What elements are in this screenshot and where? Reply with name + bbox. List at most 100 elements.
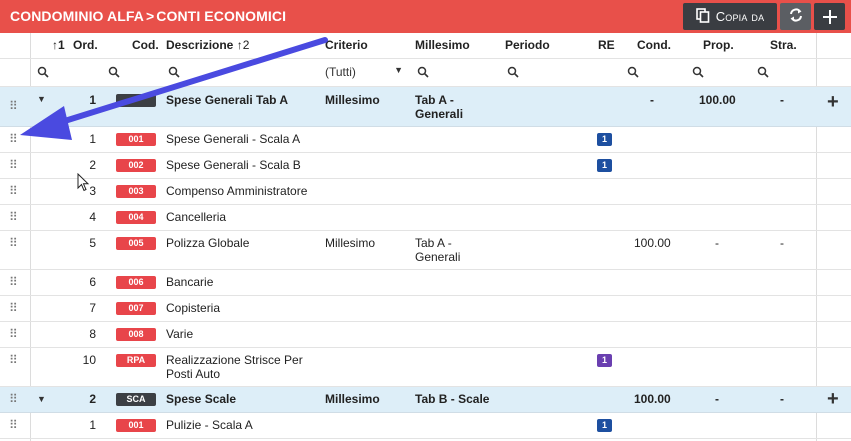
stra-value: - bbox=[780, 236, 784, 250]
group-row[interactable]: ⠿ ▼ 2 SCA Spese Scale Millesimo Tab B - … bbox=[0, 387, 851, 413]
add-child-plus-icon[interactable]: + bbox=[827, 92, 839, 112]
descrizione-value: Polizza Globale bbox=[166, 236, 250, 250]
col-header-ord[interactable]: Ord. bbox=[73, 38, 98, 52]
search-icon[interactable] bbox=[168, 66, 180, 78]
drag-handle-icon[interactable]: ⠿ bbox=[9, 275, 18, 289]
drag-handle-icon[interactable]: ⠿ bbox=[9, 236, 18, 250]
col-header-stra[interactable]: Stra. bbox=[770, 38, 797, 52]
search-icon[interactable] bbox=[37, 66, 49, 78]
ord-value: 2 bbox=[89, 392, 96, 406]
search-icon[interactable] bbox=[757, 66, 769, 78]
cond-value: 100.00 bbox=[634, 236, 671, 250]
descrizione-value: Bancarie bbox=[166, 275, 214, 289]
col-header-cod[interactable]: Cod. bbox=[132, 38, 159, 52]
copy-icon bbox=[695, 7, 710, 26]
chevron-down-icon: ▼ bbox=[394, 65, 403, 75]
col-header-criterio[interactable]: Criterio bbox=[325, 38, 368, 52]
drag-handle-icon[interactable]: ⠿ bbox=[9, 132, 18, 146]
add-child-plus-icon[interactable]: + bbox=[827, 389, 839, 409]
code-badge: 005 bbox=[116, 237, 156, 250]
search-icon[interactable] bbox=[507, 66, 519, 78]
prop-value: 100.00 bbox=[699, 93, 736, 107]
prop-value: - bbox=[715, 392, 719, 406]
code-badge: 007 bbox=[116, 302, 156, 315]
sort-desc-indicator: ↑2 bbox=[236, 38, 250, 52]
grid-filter-row: (Tutti) ▼ bbox=[0, 59, 851, 87]
col-header-prop[interactable]: Prop. bbox=[703, 38, 734, 52]
criterio-filter-value: (Tutti) bbox=[325, 65, 356, 79]
descrizione-value: Spese Scale bbox=[166, 392, 237, 406]
group-row[interactable]: ⠿ ▼ 1 Spese Generali Tab A Millesimo Tab… bbox=[0, 87, 851, 127]
col-header-periodo[interactable]: Periodo bbox=[505, 38, 550, 52]
table-row[interactable]: ⠿ 2 002 Spese Generali - Scala B 1 bbox=[0, 153, 851, 179]
stra-value: - bbox=[780, 392, 784, 406]
ord-value: 1 bbox=[89, 93, 96, 107]
refresh-button[interactable] bbox=[780, 3, 811, 30]
millesimo-value: Tab B - Scale bbox=[415, 392, 490, 406]
breadcrumb-condominio[interactable]: CONDOMINIO ALFA bbox=[10, 8, 144, 24]
col-header-cond[interactable]: Cond. bbox=[637, 38, 671, 52]
descrizione-value: Varie bbox=[166, 327, 194, 341]
millesimo-value: Tab A - Generali bbox=[415, 236, 461, 264]
col-header-millesimo[interactable]: Millesimo bbox=[415, 38, 470, 52]
drag-handle-icon[interactable]: ⠿ bbox=[9, 184, 18, 198]
code-badge: SCA bbox=[116, 393, 156, 406]
descrizione-value: Copisteria bbox=[166, 301, 221, 315]
table-row[interactable]: ⠿ 4 004 Cancelleria bbox=[0, 205, 851, 231]
drag-handle-icon[interactable]: ⠿ bbox=[9, 210, 18, 224]
search-icon[interactable] bbox=[417, 66, 429, 78]
descrizione-value: Compenso Amministratore bbox=[166, 184, 308, 198]
collapse-icon[interactable]: ▼ bbox=[37, 94, 46, 104]
table-row[interactable]: ⠿ 7 007 Copisteria bbox=[0, 296, 851, 322]
col-header-re[interactable]: RE bbox=[598, 38, 615, 52]
mouse-cursor-icon bbox=[77, 173, 90, 192]
descrizione-value: Realizzazione Strisce Per Posti Auto bbox=[166, 353, 303, 381]
drag-handle-icon[interactable]: ⠿ bbox=[9, 353, 18, 367]
table-row[interactable]: ⠿ 10 RPA Realizzazione Strisce Per Posti… bbox=[0, 348, 851, 387]
drag-handle-icon[interactable]: ⠿ bbox=[9, 327, 18, 341]
search-icon[interactable] bbox=[627, 66, 639, 78]
breadcrumb-separator: > bbox=[145, 8, 155, 24]
cond-value: 100.00 bbox=[634, 392, 671, 406]
drag-handle-icon[interactable]: ⠿ bbox=[9, 418, 18, 432]
table-row[interactable]: ⠿ 6 006 Bancarie bbox=[0, 270, 851, 296]
criterio-value: Millesimo bbox=[325, 392, 380, 406]
drag-handle-icon[interactable]: ⠿ bbox=[9, 158, 18, 172]
code-badge: 006 bbox=[116, 276, 156, 289]
ord-value: 1 bbox=[89, 418, 96, 432]
descrizione-value: Spese Generali - Scala A bbox=[166, 132, 301, 146]
search-icon[interactable] bbox=[692, 66, 704, 78]
col-header-descrizione[interactable]: Descrizione ↑2 bbox=[166, 38, 249, 52]
table-row[interactable]: ⠿ 3 003 Compenso Amministratore bbox=[0, 179, 851, 205]
re-badge: 1 bbox=[597, 354, 612, 367]
add-button[interactable] bbox=[814, 3, 845, 30]
code-badge: RPA bbox=[116, 354, 156, 367]
descrizione-value: Spese Generali Tab A bbox=[166, 93, 289, 107]
ord-value: 8 bbox=[89, 327, 96, 341]
drag-handle-icon[interactable]: ⠿ bbox=[9, 392, 18, 406]
re-badge: 1 bbox=[597, 419, 612, 432]
collapse-icon[interactable]: ▼ bbox=[37, 394, 46, 404]
code-badge: 002 bbox=[116, 159, 156, 172]
sort-ord-indicator: ↑1 bbox=[52, 38, 65, 52]
re-badge: 1 bbox=[597, 133, 612, 146]
criterio-filter-select[interactable]: (Tutti) ▼ bbox=[325, 65, 405, 79]
stra-value: - bbox=[780, 93, 784, 107]
table-row[interactable]: ⠿ 1 001 Spese Generali - Scala A 1 bbox=[0, 127, 851, 153]
code-badge: 004 bbox=[116, 211, 156, 224]
drag-handle-icon[interactable]: ⠿ bbox=[9, 301, 18, 315]
ord-value: 7 bbox=[89, 301, 96, 315]
millesimo-value: Tab A - Generali bbox=[415, 93, 464, 121]
search-icon[interactable] bbox=[108, 66, 120, 78]
code-badge: 003 bbox=[116, 185, 156, 198]
ord-value: 10 bbox=[82, 353, 96, 367]
table-row[interactable]: ⠿ 1 001 Pulizie - Scala A 1 bbox=[0, 413, 851, 439]
copy-from-button[interactable]: Copia da bbox=[683, 3, 777, 30]
table-row[interactable]: ⠿ 8 008 Varie bbox=[0, 322, 851, 348]
descrizione-value: Cancelleria bbox=[166, 210, 227, 224]
table-row[interactable]: ⠿ 5 005 Polizza Globale Millesimo Tab A … bbox=[0, 231, 851, 270]
ord-value: 2 bbox=[89, 158, 96, 172]
descrizione-value: Spese Generali - Scala B bbox=[166, 158, 301, 172]
drag-handle-icon[interactable]: ⠿ bbox=[9, 99, 18, 113]
copy-from-label: Copia da bbox=[715, 9, 765, 24]
